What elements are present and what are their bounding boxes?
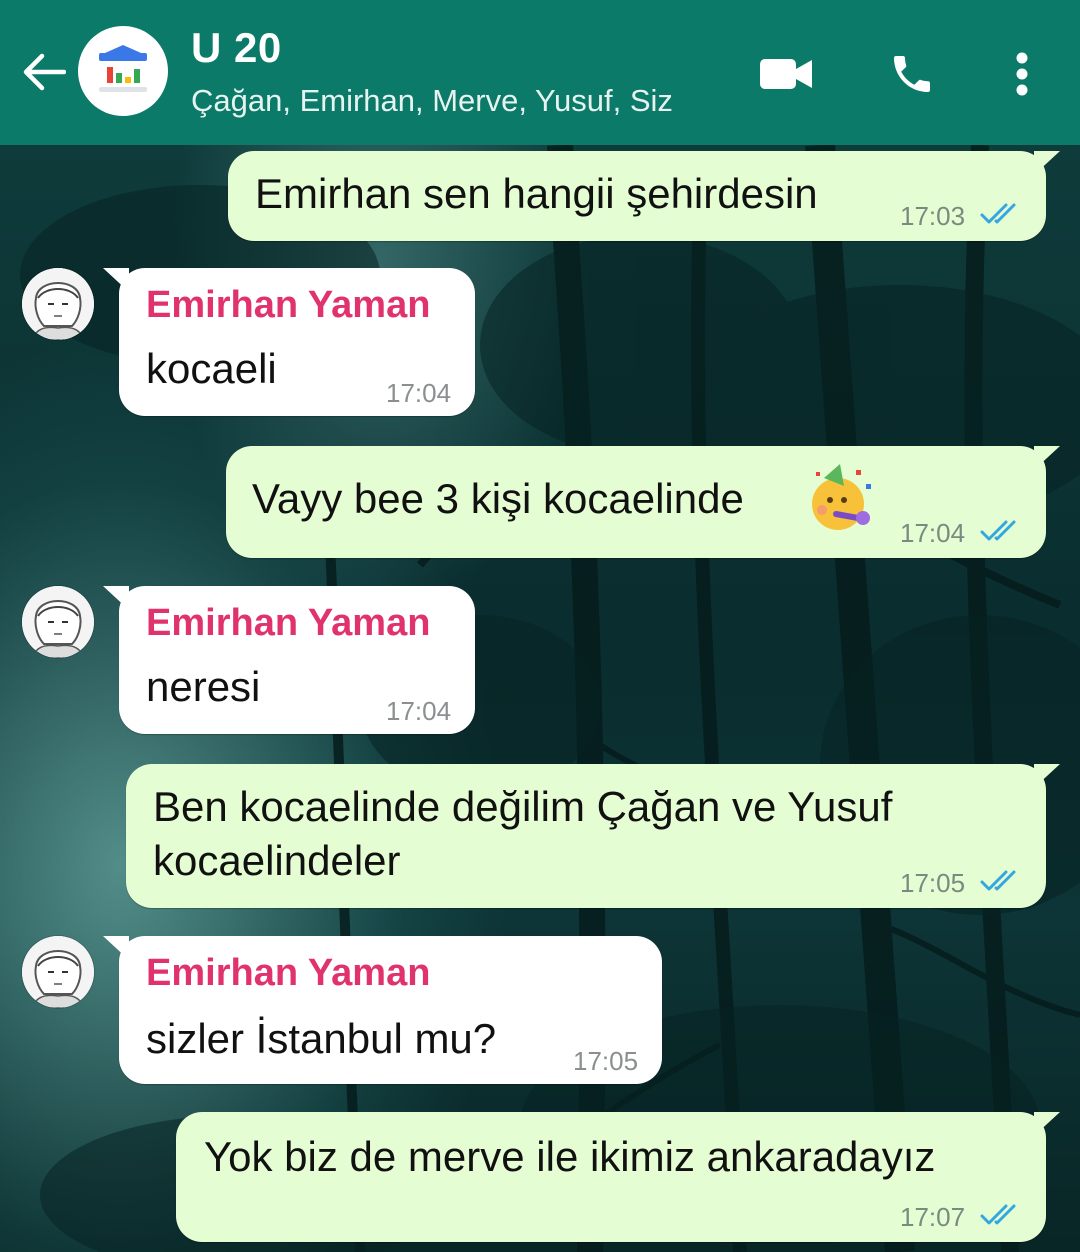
message-text: kocaeli (146, 345, 277, 392)
message-text: sizler İstanbul mu? (146, 1015, 497, 1062)
read-ticks-icon (980, 203, 1016, 224)
message-time: 17:03 (900, 201, 966, 231)
read-ticks-icon (980, 1204, 1016, 1225)
sender-name[interactable]: Emirhan Yaman (146, 952, 430, 995)
video-call-button[interactable] (754, 44, 818, 104)
back-button[interactable] (18, 44, 70, 100)
bubble-tail (1034, 151, 1060, 175)
group-avatar[interactable] (78, 26, 168, 116)
video-call-icon (760, 59, 812, 89)
message-time: 17:04 (386, 378, 452, 408)
message-time: 17:05 (573, 1046, 639, 1076)
sender-avatar[interactable] (22, 936, 94, 1008)
message-text: Vayy bee 3 kişi kocaelinde (252, 475, 744, 522)
back-arrow-icon (23, 53, 66, 91)
message-time: 17:05 (900, 868, 966, 898)
partying-face-emoji-icon (812, 464, 871, 530)
read-ticks-icon (980, 520, 1016, 541)
voice-call-button[interactable] (882, 44, 942, 104)
bubble-tail (103, 268, 129, 292)
message-bubble-outgoing[interactable]: Vayy bee 3 kişi kocaelinde 17:04 (226, 446, 1060, 558)
message-time: 17:07 (900, 1202, 966, 1232)
more-options-icon (1016, 52, 1028, 96)
message-bubble-outgoing[interactable]: Ben kocaelinde değilim Çağan ve Yusuf ko… (126, 764, 1060, 908)
message-bubble-incoming[interactable]: Emirhan Yaman neresi 17:04 (103, 586, 475, 734)
message-text: Yok biz de merve ile ikimiz ankaradayız (204, 1133, 936, 1180)
bubble-tail (103, 936, 129, 960)
manga-avatar-icon (22, 586, 94, 658)
message-bubble-incoming[interactable]: Emirhan Yaman kocaeli 17:04 (103, 268, 475, 416)
group-avatar-icon (99, 45, 147, 92)
message-text: Emirhan sen hangii şehirdesin (255, 170, 818, 217)
bubble-tail (1034, 764, 1060, 788)
sender-name[interactable]: Emirhan Yaman (146, 284, 430, 327)
chat-header: U 20 Çağan, Emirhan, Merve, Yusuf, Siz (0, 0, 1080, 145)
bubble-tail (1034, 446, 1060, 470)
sender-avatar[interactable] (22, 268, 94, 340)
chat-title[interactable]: U 20 (191, 24, 282, 72)
read-ticks-icon (980, 870, 1016, 891)
participants-list[interactable]: Çağan, Emirhan, Merve, Yusuf, Siz (191, 83, 673, 119)
message-text-line: kocaelindeler (153, 837, 401, 884)
sender-avatar[interactable] (22, 586, 94, 658)
sender-name[interactable]: Emirhan Yaman (146, 602, 430, 645)
message-text: neresi (146, 663, 261, 710)
manga-avatar-icon (22, 268, 94, 340)
message-bubble-incoming[interactable]: Emirhan Yaman sizler İstanbul mu? 17:05 (103, 936, 662, 1084)
message-text-line: Ben kocaelinde değilim Çağan ve Yusuf (153, 783, 893, 830)
manga-avatar-icon (22, 936, 94, 1008)
bubble-tail (103, 586, 129, 610)
message-time: 17:04 (900, 518, 966, 548)
message-bubble-outgoing[interactable]: Yok biz de merve ile ikimiz ankaradayız … (176, 1112, 1060, 1242)
voice-call-icon (894, 56, 930, 92)
message-bubble-outgoing[interactable]: Emirhan sen hangii şehirdesin 17:03 (228, 151, 1060, 241)
message-time: 17:04 (386, 696, 452, 726)
more-options-button[interactable] (1000, 44, 1044, 104)
bubble-tail (1034, 1112, 1060, 1136)
